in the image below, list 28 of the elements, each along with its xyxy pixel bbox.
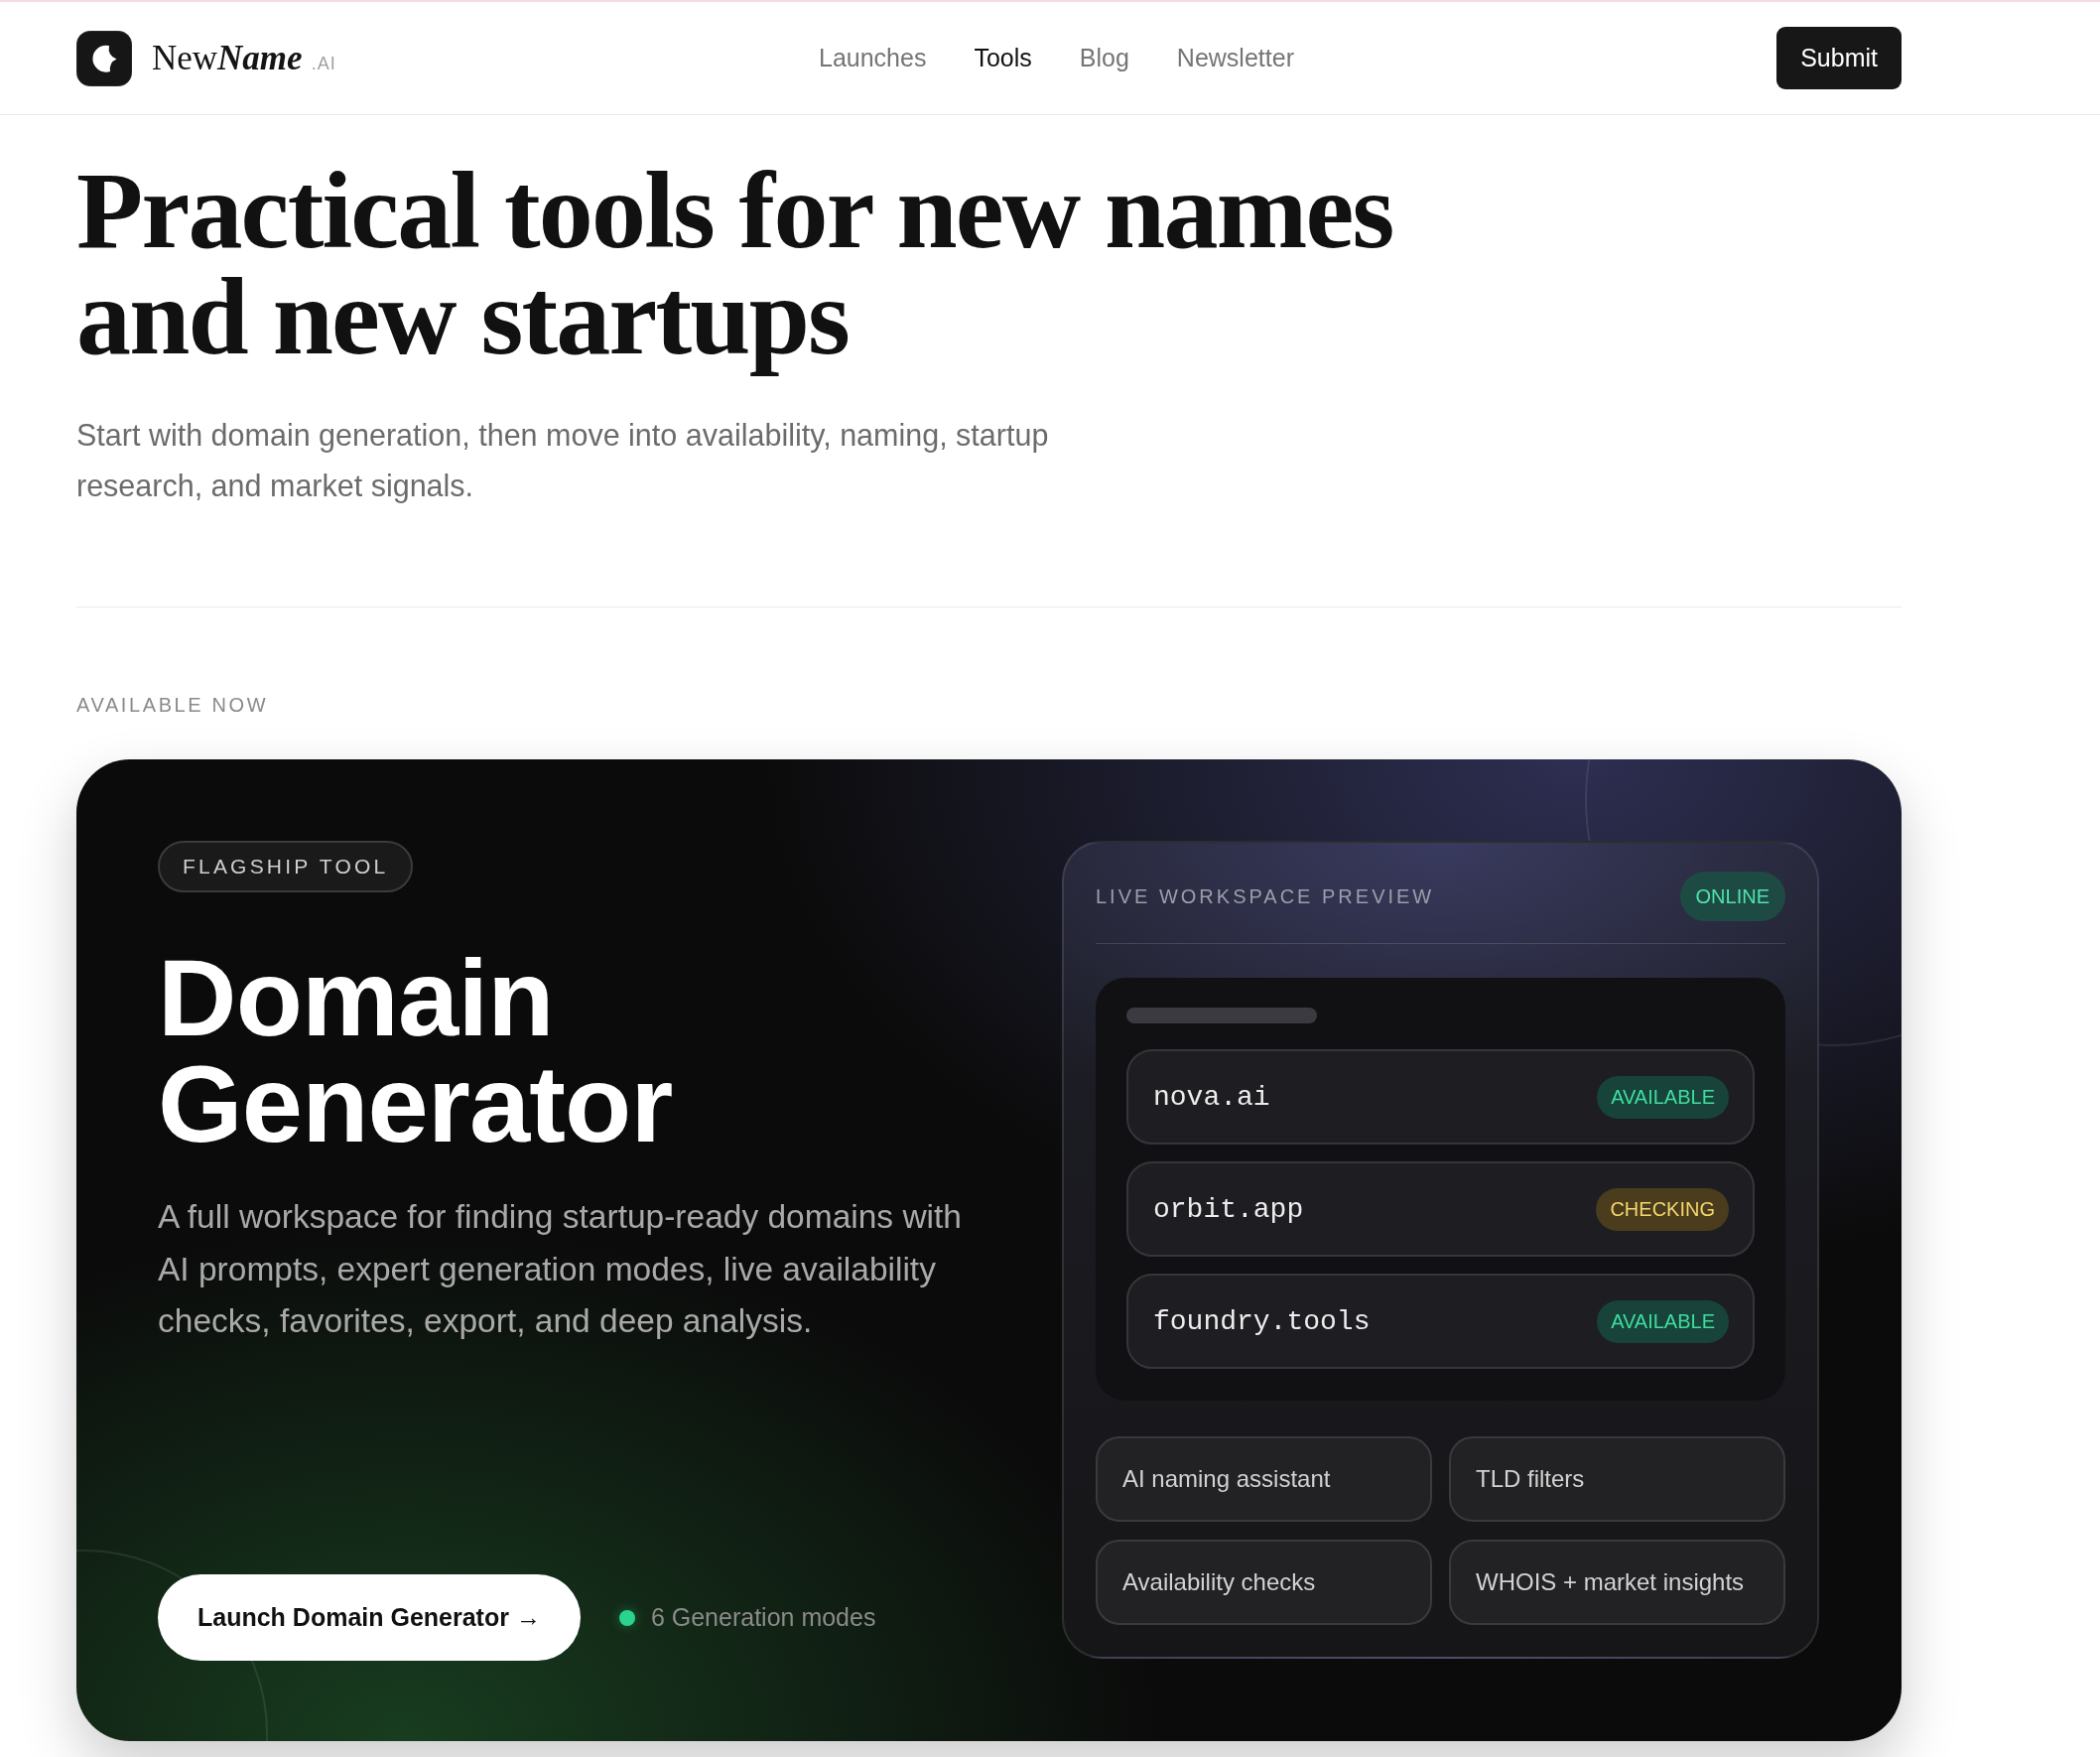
logo-icon[interactable] [76,30,132,86]
status-badge: CHECKING [1596,1187,1729,1231]
nav-link[interactable]: Tools [974,44,1032,72]
page-title: Practical tools for new names and new startups [76,152,1394,379]
status-badge: AVAILABLE [1597,1075,1729,1119]
preview-title: LIVE WORKSPACE PREVIEW [1096,884,1435,908]
nav-link[interactable]: Newsletter [1176,44,1294,72]
feature-tile: TLD filters [1449,1436,1785,1522]
brand-wordmark[interactable]: NewName [152,38,303,78]
tool-title: Domain Generator [158,938,673,1164]
launch-button[interactable]: Launch Domain Generator → [158,1574,581,1661]
flagship-badge: FLAGSHIP TOOL [158,841,414,892]
tool-description: A full workspace for finding startup-ready domains with AI prompts, expert generation modes, live availability checks, favorites, export, and deep analysis. [158,1197,963,1341]
feature-tile: Availability checks [1096,1540,1432,1625]
status-badge: ONLINE [1679,872,1785,921]
page-subtitle: Start with domain generation, then move into availability, naming, startup research, and market signals. [76,417,1050,505]
domain-name: orbit.app [1153,1193,1304,1225]
feature-tile: AI naming assistant [1096,1436,1432,1522]
modes-count: 6 Generation modes [650,1603,876,1632]
brand-suffix: .AI [311,53,336,74]
status-badge: AVAILABLE [1597,1299,1729,1343]
section-label: AVAILABLE NOW [76,693,269,717]
submit-button[interactable]: Submit [1776,27,1902,89]
feature-tile: WHOIS + market insights [1449,1540,1785,1625]
domain-name: nova.ai [1153,1081,1270,1113]
nav-link[interactable]: Blog [1079,44,1129,72]
domain-name: foundry.tools [1153,1305,1371,1337]
nav-link[interactable]: Launches [819,44,927,72]
